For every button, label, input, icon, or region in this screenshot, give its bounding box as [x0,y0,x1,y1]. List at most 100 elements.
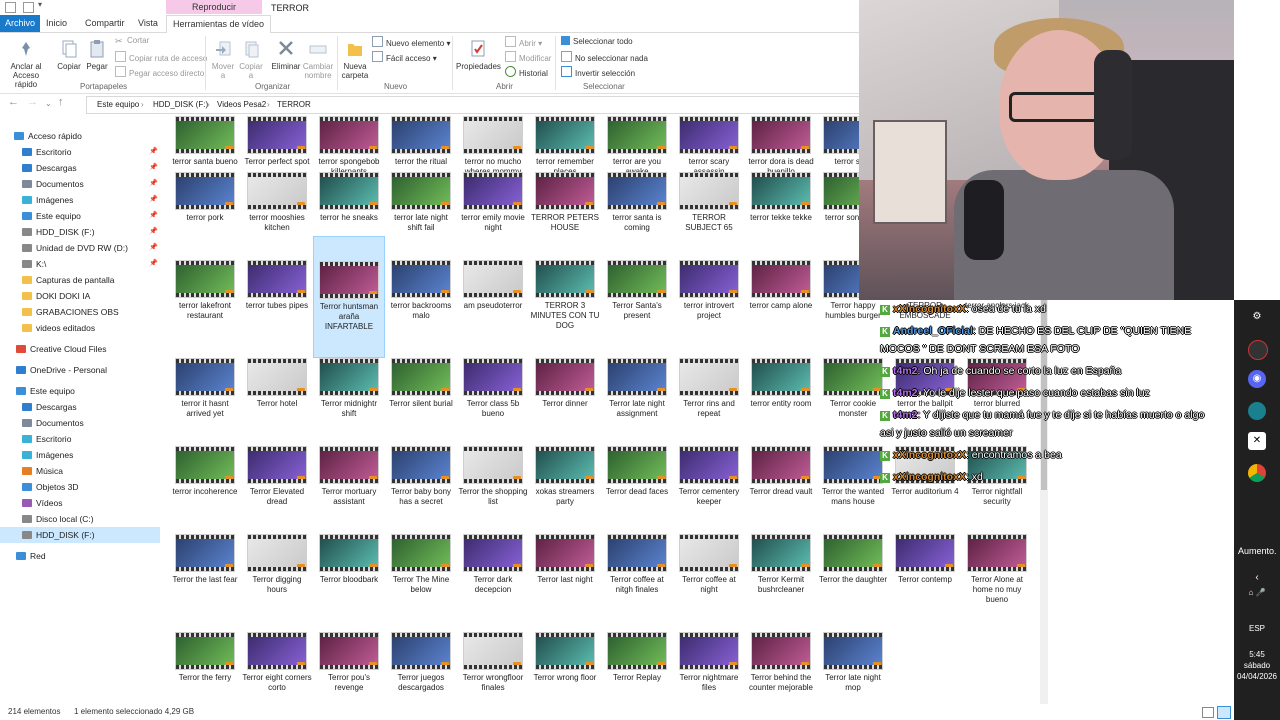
nav-item-folder[interactable]: GRABACIONES OBS [22,304,160,320]
language-indicator[interactable]: ESP [1234,624,1280,633]
file-tile[interactable]: terror tekke tekke [746,172,816,223]
file-tile[interactable]: terror entity room [746,358,816,409]
cortar-button[interactable]: ✂ Cortar [115,36,149,46]
modificar-button[interactable]: Modificar [505,51,551,63]
copiar-a-button[interactable]: Copiar a [238,39,264,80]
copiar-ruta-button[interactable]: Copiar ruta de acceso [115,51,207,63]
file-tile[interactable]: terror introvert project [674,260,744,321]
breadcrumb[interactable]: Este equipo › HDD_DISK (F:) › Videos Pes… [86,96,860,114]
file-tile[interactable]: terror scary assassin [674,116,744,177]
file-tile[interactable]: terror spongebob killerpants [314,116,384,177]
app-icon[interactable] [1248,402,1266,420]
nav-item-pinned[interactable]: K:\ 📌 [22,256,160,272]
file-tile[interactable]: Terror Alone at home no muy bueno [962,534,1032,605]
nav-item-folder[interactable]: DOKI DOKI IA [22,288,160,304]
nav-onedrive[interactable]: OneDrive - Personal [16,362,160,378]
file-tile[interactable]: Terror juegos descargados [386,632,456,693]
file-tile[interactable]: Terror behind the counter mejorable [746,632,816,693]
nav-item-pinned[interactable]: Escritorio 📌 [22,144,160,160]
file-tile[interactable]: terror backrooms malo [386,260,456,321]
facil-acceso-button[interactable]: Fácil acceso ▾ [372,51,437,63]
tab-vista[interactable]: Vista [132,15,164,32]
file-tile[interactable]: Terror late night assignment [602,358,672,419]
nav-item-pc[interactable]: Objetos 3D [22,479,160,495]
forward-arrow-icon[interactable]: → [27,96,38,108]
file-tile[interactable]: TERROR SUBJECT 65 [674,172,744,233]
file-tile[interactable]: terror no mucho wheres mommy [458,116,528,177]
file-tile[interactable]: Terror wrongfloor finales [458,632,528,693]
large-icons-view-icon[interactable] [1217,706,1231,719]
nav-item-pc[interactable]: Música [22,463,160,479]
file-tile[interactable]: Terror the ferry [170,632,240,683]
chevron-left-icon[interactable]: ‹ [1234,572,1280,583]
pegar-button[interactable]: Pegar [84,39,110,71]
cambiar-nombre-button[interactable]: Cambiar nombre [302,39,334,80]
file-tile[interactable]: Terror last night [530,534,600,585]
details-view-icon[interactable] [1202,707,1214,718]
file-tile[interactable]: Terror Kermit bushrcleaner [746,534,816,595]
chrome-icon[interactable] [1248,464,1266,482]
file-tile[interactable]: Terror wrong floor [530,632,600,683]
nav-creative-cloud[interactable]: Creative Cloud Files [16,341,160,357]
breadcrumb-terror[interactable]: TERROR [277,100,311,109]
tab-archivo[interactable]: Archivo [0,15,41,32]
file-tile[interactable]: Terror the daughter [818,534,888,585]
file-tile[interactable]: Terror contemp [890,534,960,585]
file-tile[interactable]: TERROR 3 MINUTES CON TU DOG [530,260,600,331]
file-tile[interactable]: terror late night shift fail [386,172,456,233]
nueva-carpeta-button[interactable]: Nueva carpeta [340,39,370,80]
file-tile[interactable]: Terror baby bony has a secret [386,446,456,507]
file-tile[interactable]: terror lakefront restaurant [170,260,240,321]
file-tile[interactable]: xokas streamers party [530,446,600,507]
file-tile[interactable]: Terror hotel [242,358,312,409]
file-tile[interactable]: terror dora is dead buenillo [746,116,816,177]
file-tile[interactable]: TERROR PETERS HOUSE [530,172,600,233]
file-tile[interactable]: terror santa is coming [602,172,672,233]
nuevo-elemento-button[interactable]: Nuevo elemento ▾ [372,36,451,48]
file-tile[interactable]: Terror midnightr shift [314,358,384,419]
copiar-button[interactable]: Copiar [55,39,83,71]
nav-item-pc[interactable]: Documentos [22,415,160,431]
file-tile[interactable]: Terror Santa's present [602,260,672,321]
file-tile[interactable]: terror are you awake [602,116,672,177]
seleccionar-todo-button[interactable]: Seleccionar todo [561,36,633,46]
pegar-acceso-button[interactable]: Pegar acceso directo [115,66,204,78]
file-tile[interactable]: Terror bloodbark [314,534,384,585]
file-tile[interactable]: Terror huntsman araña INFARTABLE [313,236,385,358]
file-tile[interactable]: terror remember places [530,116,600,177]
file-tile[interactable]: terror the ritual [386,116,456,167]
nav-network[interactable]: Red [16,548,160,564]
file-tile[interactable]: Terror dread vault [746,446,816,497]
tab-compartir[interactable]: Compartir [79,15,131,32]
tray-icons[interactable]: ⌂ 🎤 [1234,588,1280,597]
nav-item-pinned[interactable]: Este equipo 📌 [22,208,160,224]
nav-quick-access[interactable]: Acceso rápido [14,128,160,144]
file-tile[interactable]: terror tubes pipes [242,260,312,311]
settings-gear-icon[interactable]: ⚙ [1248,308,1266,326]
file-tile[interactable]: Terror The Mine below [386,534,456,595]
file-tile[interactable]: terror mooshies kitchen [242,172,312,233]
anclar-button[interactable]: Anclar al Acceso rápido [3,39,49,89]
file-tile[interactable]: Terror the wanted mans house [818,446,888,507]
tab-herramientas-video[interactable]: Herramientas de vídeo [166,15,272,33]
capcut-icon[interactable]: ✕ [1248,432,1266,450]
breadcrumb-this-pc[interactable]: Este equipo [97,100,139,109]
file-tile[interactable]: terror incoherence [170,446,240,497]
nav-item-pc[interactable]: Disco local (C:) [22,511,160,527]
dropdown-qat-icon[interactable]: ▾ [38,0,47,9]
no-seleccionar-button[interactable]: No seleccionar nada [561,51,648,63]
nav-item-pinned[interactable]: Descargas 📌 [22,160,160,176]
file-tile[interactable]: Terror coffee at night [674,534,744,595]
nav-item-pinned[interactable]: Imágenes 📌 [22,192,160,208]
file-tile[interactable]: Terror dinner [530,358,600,409]
file-tile[interactable]: terror emily movie night [458,172,528,233]
invertir-button[interactable]: Invertir selección [561,66,635,78]
mover-a-button[interactable]: Mover a [210,39,236,80]
nav-item-folder[interactable]: videos editados [22,320,160,336]
file-tile[interactable]: terror santa bueno [170,116,240,167]
up-arrow-icon[interactable]: ↑ [58,96,64,108]
nav-item-pinned[interactable]: Unidad de DVD RW (D:) 📌 [22,240,160,256]
file-tile[interactable]: terror it hasnt arrived yet [170,358,240,419]
file-tile[interactable]: Terror eight corners corto [242,632,312,693]
new-folder-qat-icon[interactable] [23,2,34,13]
